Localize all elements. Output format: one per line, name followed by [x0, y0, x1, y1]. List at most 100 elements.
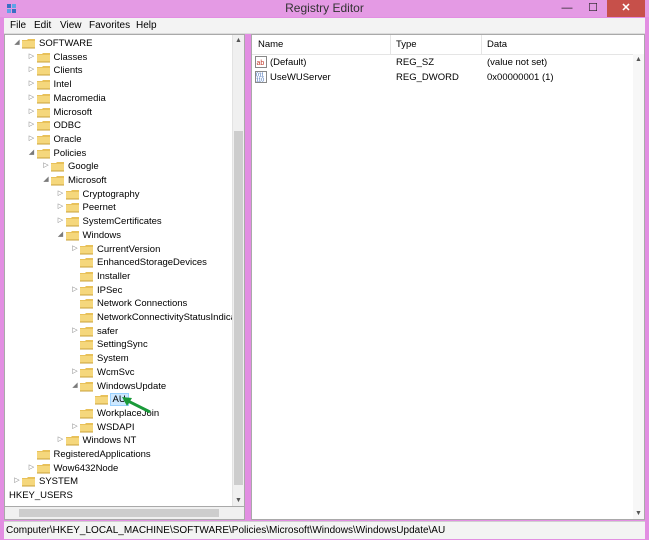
tree-node-label[interactable]: safer [95, 325, 120, 338]
tree-node[interactable]: ▷ SYSTEM [5, 475, 234, 488]
tree-node-label[interactable]: Classes [52, 51, 90, 64]
expand-arrow-icon[interactable]: ▷ [57, 435, 65, 443]
tree-node[interactable]: ◢ SOFTWARE [5, 37, 234, 50]
expand-arrow-icon[interactable]: ▷ [71, 326, 79, 334]
tree-node-label[interactable]: Macromedia [52, 92, 108, 105]
tree-node[interactable]: ▷ Cryptography [5, 188, 234, 201]
collapse-arrow-icon[interactable]: ◢ [57, 230, 65, 238]
column-data[interactable]: Data [487, 39, 507, 50]
collapse-arrow-icon[interactable]: ◢ [28, 148, 36, 156]
tree-node-label[interactable]: Windows NT [81, 434, 139, 447]
expand-arrow-icon[interactable]: ▷ [42, 161, 50, 169]
tree-node[interactable]: ▷ Wow6432Node [5, 462, 234, 475]
tree-node[interactable]: EnhancedStorageDevices [5, 256, 234, 269]
tree-node[interactable]: HKEY_USERS [5, 489, 234, 502]
collapse-arrow-icon[interactable]: ◢ [71, 381, 79, 389]
minimize-button[interactable]: — [554, 0, 580, 17]
scroll-up-arrow-icon[interactable]: ▲ [233, 37, 244, 44]
tree-node-label[interactable]: EnhancedStorageDevices [95, 256, 209, 269]
expand-arrow-icon[interactable]: ▷ [28, 134, 36, 142]
tree-node[interactable]: ▷ CurrentVersion [5, 243, 234, 256]
menu-view[interactable]: View [60, 20, 82, 31]
tree-node[interactable]: ▷ WcmSvc [5, 366, 234, 379]
tree-node-label[interactable]: IPSec [95, 284, 124, 297]
menu-help[interactable]: Help [136, 20, 157, 31]
scroll-down-arrow-icon[interactable]: ▼ [233, 497, 244, 504]
tree-node-label[interactable]: Microsoft [66, 174, 109, 187]
tree-node[interactable]: ◢ Microsoft [5, 174, 234, 187]
tree-node-label[interactable]: System [95, 352, 131, 365]
values-list-pane[interactable]: Name Type Data ab (Default) REG_SZ (value n… [251, 34, 645, 520]
tree-node-label[interactable]: NetworkConnectivityStatusIndicator [95, 311, 244, 324]
column-name[interactable]: Name [258, 39, 283, 50]
tree-node[interactable]: ▷ Macromedia [5, 92, 234, 105]
menu-file[interactable]: File [10, 20, 26, 31]
expand-arrow-icon[interactable]: ▷ [28, 120, 36, 128]
expand-arrow-icon[interactable]: ▷ [28, 93, 36, 101]
tree-node-label[interactable]: WindowsUpdate [95, 380, 168, 393]
value-row[interactable]: ab (Default) REG_SZ (value not set) [252, 55, 644, 70]
expand-arrow-icon[interactable]: ▷ [71, 244, 79, 252]
tree-node[interactable]: ▷ Microsoft [5, 106, 234, 119]
expand-arrow-icon[interactable]: ▷ [28, 463, 36, 471]
tree-node-label[interactable]: Intel [52, 78, 74, 91]
menu-edit[interactable]: Edit [34, 20, 51, 31]
tree-node[interactable]: System [5, 352, 234, 365]
title-bar[interactable]: Registry Editor — ☐ ✕ [0, 0, 649, 17]
tree-node[interactable]: ▷ Windows NT [5, 434, 234, 447]
column-type[interactable]: Type [396, 39, 417, 50]
key-tree-pane[interactable]: ◢ SOFTWARE ▷ Classes ▷ Clients ▷ Intel ▷ Macromed… [4, 34, 245, 507]
tree-node[interactable]: NetworkConnectivityStatusIndicator [5, 311, 244, 324]
tree-node-label[interactable]: SYSTEM [37, 475, 80, 488]
tree-node-label[interactable]: Oracle [52, 133, 84, 146]
tree-node[interactable]: ▷ safer [5, 325, 234, 338]
tree-node-label[interactable]: SOFTWARE [37, 37, 94, 50]
tree-node[interactable]: ◢ Policies [5, 147, 234, 160]
menu-favorites[interactable]: Favorites [89, 20, 130, 31]
tree-node-label[interactable]: WcmSvc [95, 366, 136, 379]
tree-node[interactable]: ▷ Google [5, 160, 234, 173]
tree-node-label[interactable]: Windows [81, 229, 124, 242]
maximize-button[interactable]: ☐ [580, 0, 606, 17]
close-button[interactable]: ✕ [607, 0, 645, 17]
expand-arrow-icon[interactable]: ▷ [28, 79, 36, 87]
tree-node-label[interactable]: WSDAPI [95, 421, 136, 434]
tree-node-label[interactable]: SystemCertificates [81, 215, 164, 228]
collapse-arrow-icon[interactable]: ◢ [13, 38, 21, 46]
list-vertical-scrollbar[interactable]: ▲ ▼ [633, 54, 644, 519]
tree-node[interactable]: ▷ Intel [5, 78, 234, 91]
list-scroll-down-arrow-icon[interactable]: ▼ [633, 510, 644, 517]
tree-node-label[interactable]: Installer [95, 270, 132, 283]
tree-node[interactable]: Network Connections [5, 297, 234, 310]
tree-node-label[interactable]: Wow6432Node [52, 462, 121, 475]
tree-node-label[interactable]: HKEY_USERS [7, 489, 75, 502]
tree-node[interactable]: SettingSync [5, 338, 234, 351]
tree-node-label[interactable]: Google [66, 160, 101, 173]
tree-node[interactable]: ▷ SystemCertificates [5, 215, 234, 228]
tree-node[interactable]: ▷ WSDAPI [5, 421, 234, 434]
expand-arrow-icon[interactable]: ▷ [28, 107, 36, 115]
tree-hscroll-thumb[interactable] [19, 509, 219, 517]
expand-arrow-icon[interactable]: ▷ [57, 189, 65, 197]
tree-node[interactable]: ▷ ODBC [5, 119, 234, 132]
value-row[interactable]: 011 110 UseWUServer REG_DWORD 0x00000001 (1) [252, 70, 644, 85]
tree-node-label[interactable]: SettingSync [95, 338, 150, 351]
tree-node-label[interactable]: Peernet [81, 201, 118, 214]
expand-arrow-icon[interactable]: ▷ [28, 52, 36, 60]
tree-node[interactable]: ▷ Clients [5, 64, 234, 77]
tree-scroll-thumb[interactable] [234, 131, 243, 485]
tree-vertical-scrollbar[interactable]: ▲ ▼ [232, 35, 244, 506]
tree-node-label[interactable]: Cryptography [81, 188, 142, 201]
tree-node[interactable]: ▷ Peernet [5, 201, 234, 214]
tree-node[interactable]: RegisteredApplications [5, 448, 234, 461]
expand-arrow-icon[interactable]: ▷ [28, 65, 36, 73]
tree-node[interactable]: ▷ Classes [5, 51, 234, 64]
expand-arrow-icon[interactable]: ▷ [13, 476, 21, 484]
tree-node-label[interactable]: CurrentVersion [95, 243, 162, 256]
expand-arrow-icon[interactable]: ▷ [71, 285, 79, 293]
expand-arrow-icon[interactable]: ▷ [71, 422, 79, 430]
tree-node-label[interactable]: ODBC [52, 119, 83, 132]
tree-node[interactable]: ▷ Oracle [5, 133, 234, 146]
expand-arrow-icon[interactable]: ▷ [57, 202, 65, 210]
tree-node[interactable]: Installer [5, 270, 234, 283]
